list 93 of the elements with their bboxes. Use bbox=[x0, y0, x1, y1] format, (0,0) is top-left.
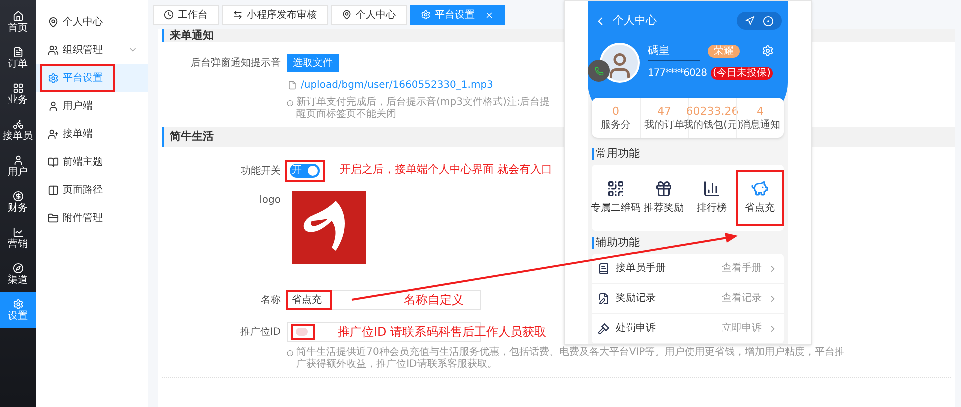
document-icon bbox=[12, 46, 24, 58]
field-label: logo bbox=[258, 194, 281, 208]
gift-icon bbox=[655, 180, 673, 198]
clock-icon bbox=[164, 10, 174, 20]
panel-icon bbox=[48, 184, 59, 196]
annotation-text: 名称自定义 bbox=[404, 294, 464, 306]
highlight-frame: 平台设置 bbox=[40, 64, 115, 92]
file-icon bbox=[288, 81, 297, 90]
rail-item[interactable]: 订单 bbox=[0, 40, 36, 76]
pin-icon bbox=[48, 16, 59, 28]
annotation-text: 开启之后，接单端个人中心界面 就会有入口 bbox=[340, 164, 552, 175]
menu-item[interactable]: 用户端 bbox=[36, 92, 148, 120]
function-label[interactable]: 推荐奖励 bbox=[644, 201, 684, 216]
user-icon bbox=[48, 100, 59, 112]
user-plus-icon bbox=[48, 128, 59, 140]
avatar bbox=[600, 43, 640, 83]
gavel-icon bbox=[598, 322, 610, 334]
swap-icon bbox=[233, 10, 243, 20]
grid-icon bbox=[12, 82, 24, 94]
item-label: 处罚申诉 bbox=[616, 322, 656, 336]
rail-item[interactable]: 业务 bbox=[0, 76, 36, 112]
home-icon bbox=[12, 10, 24, 22]
rail-item[interactable]: 首页 bbox=[0, 4, 36, 40]
item-action: 立即申诉 bbox=[722, 322, 762, 336]
settings-icon bbox=[12, 298, 24, 310]
menu-item[interactable]: 组织管理 bbox=[36, 36, 148, 64]
section-heading: 常用功能 bbox=[592, 148, 788, 160]
stat-value: 60233.26 bbox=[686, 104, 739, 118]
phone-icon bbox=[594, 66, 604, 76]
annotation-text: 推广位ID 请联系码科售后工作人员获取 bbox=[338, 326, 547, 338]
target-icon bbox=[763, 16, 774, 26]
menu-item[interactable]: 附件管理 bbox=[36, 204, 148, 232]
tab[interactable]: 个人中心 bbox=[331, 5, 407, 25]
edit-document-icon bbox=[598, 292, 610, 304]
settings-icon[interactable] bbox=[762, 45, 774, 57]
user-name: 碼皇 bbox=[648, 43, 700, 60]
settings-icon bbox=[48, 72, 59, 84]
menu-item[interactable]: 前端主题 bbox=[36, 148, 148, 176]
users-icon bbox=[48, 44, 59, 56]
menu-item[interactable]: 个人中心 bbox=[36, 8, 148, 36]
stat-value: 4 bbox=[757, 104, 764, 118]
phone-number: 177****6028 bbox=[648, 66, 708, 80]
field-label: 推广位ID bbox=[239, 326, 281, 340]
book-icon bbox=[48, 156, 59, 168]
function-label[interactable]: 排行榜 bbox=[697, 201, 727, 216]
stat-value: 47 bbox=[658, 104, 672, 118]
field-label: 后台弹窗通知提示音 bbox=[190, 56, 281, 70]
info-icon bbox=[287, 99, 294, 108]
rail-item[interactable]: 用户 bbox=[0, 148, 36, 184]
tab[interactable]: 小程序发布审核 bbox=[222, 5, 328, 25]
stat-value: 0 bbox=[612, 104, 620, 118]
item-label: 奖励记录 bbox=[616, 292, 656, 306]
list-item[interactable]: 奖励记录 查看记录 bbox=[592, 284, 784, 314]
field-label: 名称 bbox=[260, 294, 281, 308]
info-icon bbox=[287, 349, 294, 358]
menu-item[interactable]: 接单端 bbox=[36, 120, 148, 148]
compass-icon bbox=[12, 262, 24, 274]
qr-code-icon bbox=[607, 180, 625, 198]
item-label: 接单员手册 bbox=[616, 262, 666, 276]
user-icon bbox=[12, 154, 24, 166]
menu-item[interactable]: 页面路径 bbox=[36, 176, 148, 204]
chart-icon bbox=[12, 226, 24, 238]
item-action: 查看记录 bbox=[722, 292, 762, 306]
hint-text: 简牛生活提供近70种会员充值与生活服务优惠，包括话费、电费及各大平台VIP等。用户使用更省钱，增加用户粘度，平台推广获得额外收益，推广位ID请联系客服获取。 bbox=[296, 347, 846, 371]
capsule-menu[interactable] bbox=[737, 12, 782, 30]
item-action: 查看手册 bbox=[722, 262, 762, 276]
float-button[interactable] bbox=[588, 60, 610, 82]
function-label[interactable]: 省点充 bbox=[745, 201, 775, 216]
settings-icon bbox=[421, 10, 431, 20]
field-value: 省点充 bbox=[292, 294, 322, 308]
coin-icon bbox=[12, 190, 24, 202]
rail-item[interactable]: 接单员 bbox=[0, 112, 36, 148]
pin-icon bbox=[342, 10, 352, 20]
tab[interactable]: 工作台 bbox=[153, 5, 219, 25]
bar-chart-icon bbox=[703, 180, 721, 198]
rail-item[interactable]: 渠道 bbox=[0, 256, 36, 292]
close-icon[interactable] bbox=[485, 10, 494, 20]
rail-item[interactable]: 营销 bbox=[0, 220, 36, 256]
insurance-tag: (今日未投保) bbox=[711, 66, 773, 80]
field-label: 功能开关 bbox=[240, 164, 281, 178]
level-badge: 荣耀 bbox=[708, 45, 740, 58]
page-title: 个人中心 bbox=[613, 12, 657, 29]
piggy-bank-icon bbox=[751, 180, 769, 198]
list-item[interactable]: 接单员手册 查看手册 bbox=[592, 254, 784, 284]
book-icon bbox=[598, 262, 610, 274]
blur-mark bbox=[296, 328, 308, 336]
location-icon bbox=[745, 16, 755, 26]
list-item[interactable]: 处罚申诉 立即申诉 bbox=[592, 314, 784, 344]
folder-icon bbox=[48, 212, 59, 224]
bike-icon bbox=[12, 118, 24, 130]
rail-item[interactable]: 财务 bbox=[0, 184, 36, 220]
hint-text: 新订单支付完成后，后台提示音(mp3文件格式)注:后台提醒页面标签页不能关闭 bbox=[296, 97, 552, 121]
function-label[interactable]: 专属二维码 bbox=[591, 201, 641, 216]
